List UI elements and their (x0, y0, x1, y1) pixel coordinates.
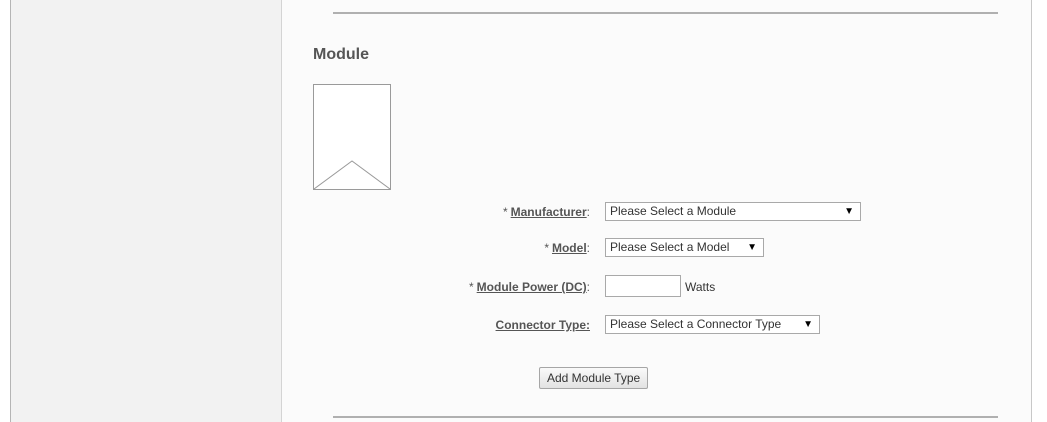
connector-type-label: Connector Type: (496, 318, 590, 332)
label-colon: : (586, 205, 590, 219)
chevron-down-icon: ▼ (844, 206, 854, 217)
bottom-divider (333, 416, 998, 418)
model-label-text[interactable]: Model (552, 241, 587, 255)
sidebar (11, 0, 282, 422)
label-colon: : (586, 280, 590, 294)
model-row: * Model: Please Select a Model ▼ (380, 238, 1000, 258)
model-label: * Model: (544, 241, 590, 255)
manufacturer-select-value: Please Select a Module (610, 204, 737, 218)
page: Module * Manufacturer: Please Select a Mo… (0, 0, 1047, 422)
manufacturer-label: * Manufacturer: (503, 205, 590, 219)
manufacturer-label-text[interactable]: Manufacturer (511, 205, 587, 219)
connector-type-label-text[interactable]: Connector Type: (496, 318, 590, 332)
required-mark: * (502, 205, 508, 219)
label-colon: : (586, 241, 590, 255)
module-power-label-text[interactable]: Module Power (DC) (477, 280, 587, 294)
manufacturer-row: * Manufacturer: Please Select a Module ▼ (380, 202, 1000, 222)
module-power-row: * Module Power (DC): Watts (380, 275, 1000, 297)
required-mark: * (468, 280, 474, 294)
required-mark: * (544, 241, 549, 255)
top-divider (333, 12, 998, 14)
section-title: Module (313, 46, 369, 63)
right-border (1031, 0, 1032, 422)
connector-type-select-value: Please Select a Connector Type (610, 317, 782, 331)
module-power-input[interactable] (605, 275, 681, 297)
image-placeholder-icon (314, 160, 390, 189)
model-select-value: Please Select a Model (610, 240, 730, 254)
module-image-placeholder (313, 84, 391, 190)
chevron-down-icon: ▼ (747, 242, 757, 253)
manufacturer-select[interactable]: Please Select a Module ▼ (605, 202, 861, 221)
add-module-type-button[interactable]: Add Module Type (539, 367, 649, 389)
connector-type-row: Connector Type: Please Select a Connecto… (380, 315, 1000, 335)
model-select[interactable]: Please Select a Model ▼ (605, 238, 764, 257)
chevron-down-icon: ▼ (803, 319, 813, 330)
connector-type-select[interactable]: Please Select a Connector Type ▼ (605, 315, 820, 334)
module-power-label: * Module Power (DC): (469, 280, 590, 294)
module-power-unit: Watts (685, 280, 716, 294)
